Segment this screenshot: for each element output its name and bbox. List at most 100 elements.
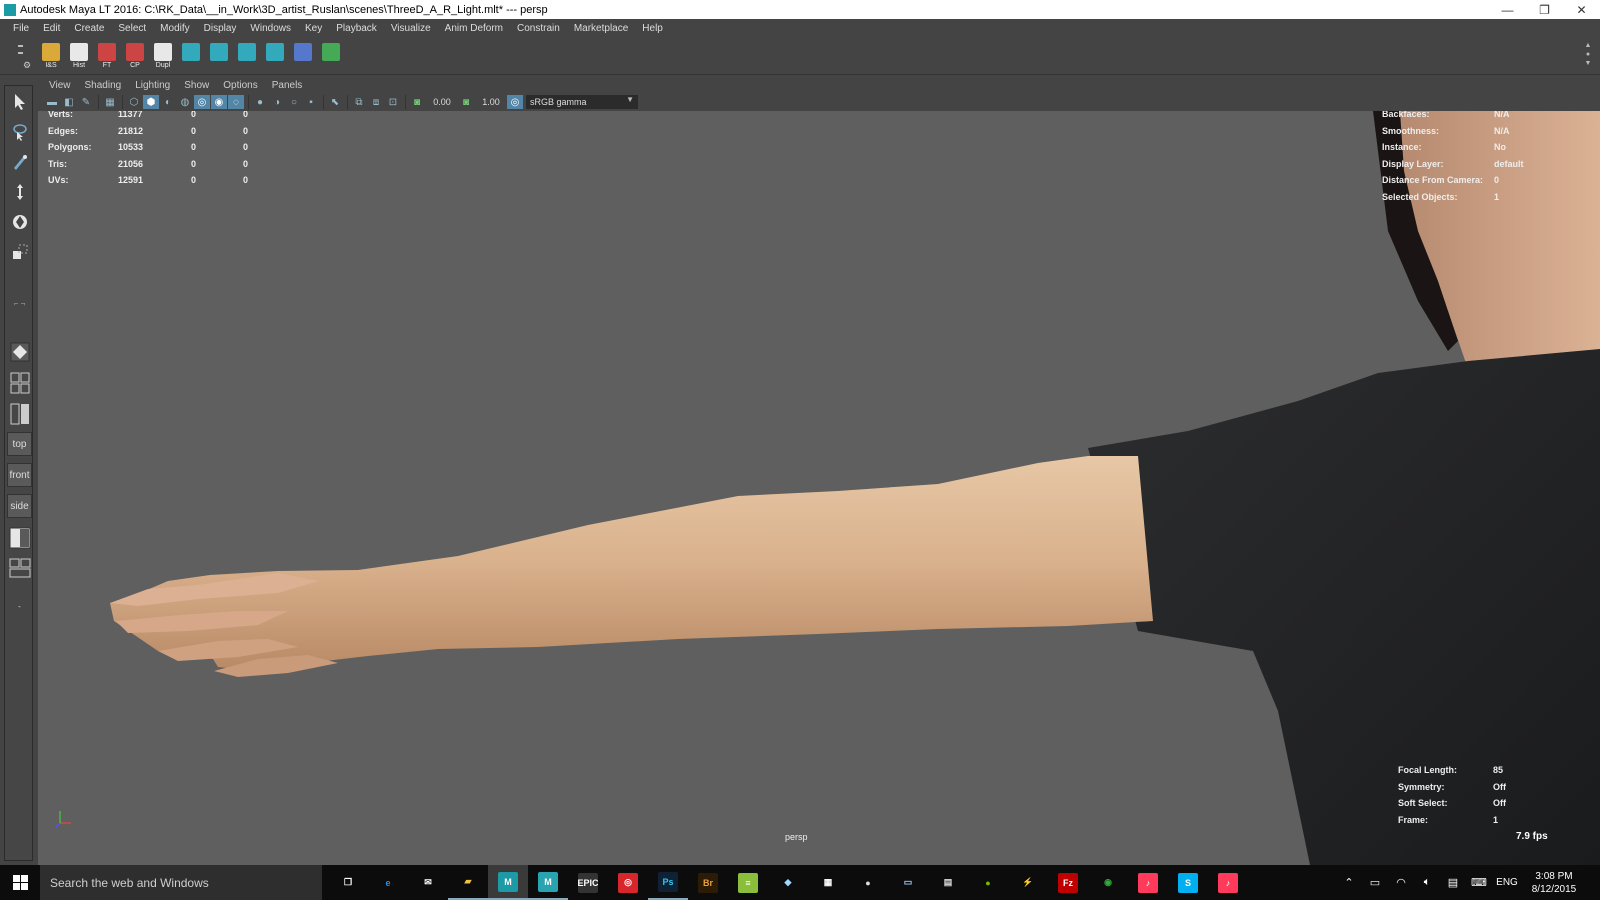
xray-icon[interactable]: ● (252, 95, 268, 109)
menu-key[interactable]: Key (298, 23, 329, 34)
view-side-button[interactable]: side (7, 494, 32, 518)
gamma-icon[interactable]: ◙ (458, 95, 474, 109)
shelf-button-duplicate[interactable]: Dupl (150, 40, 176, 72)
volume-icon[interactable]: 🔈︎ (1414, 876, 1440, 889)
taskbar-app-remote-desktop[interactable]: ▭ (888, 865, 928, 900)
panel-menu-options[interactable]: Options (216, 80, 264, 91)
tray-chevron-up-icon[interactable]: ⌃ (1336, 876, 1362, 889)
taskbar-app-notepad[interactable]: ≡ (728, 865, 768, 900)
shelf-button-symmetry[interactable] (206, 40, 232, 72)
taskbar-app-paint-3d[interactable]: ◆ (768, 865, 808, 900)
select-camera-icon[interactable]: ▬ (44, 95, 60, 109)
menu-display[interactable]: Display (197, 23, 244, 34)
taskbar-app-skype[interactable]: S (1168, 865, 1208, 900)
xray-joints-icon[interactable]: ◑ (269, 95, 285, 109)
panel-menu-lighting[interactable]: Lighting (128, 80, 177, 91)
shelf-button-history[interactable]: Hist (66, 40, 92, 72)
taskbar-app-edge[interactable]: e (368, 865, 408, 900)
film-gate-icon[interactable]: ⧉ (351, 95, 367, 109)
close-button[interactable]: ✕ (1563, 0, 1600, 19)
menu-windows[interactable]: Windows (243, 23, 298, 34)
taskbar-app-nvidia[interactable]: ● (968, 865, 1008, 900)
view-front-button[interactable]: front (7, 463, 32, 487)
shelf-button-move-object[interactable] (234, 40, 260, 72)
taskbar-app-file-explorer[interactable]: ▰ (448, 865, 488, 900)
color-management-icon[interactable]: ◎ (507, 95, 523, 109)
taskbar-app-creative-cloud[interactable]: ◎ (608, 865, 648, 900)
minimize-button[interactable]: — (1489, 0, 1526, 19)
input-language[interactable]: ENG (1492, 877, 1522, 888)
backface-culling-icon[interactable]: ▪ (303, 95, 319, 109)
shadows-icon[interactable]: ◉ (211, 95, 227, 109)
shelf-button-folder[interactable]: I&S (38, 40, 64, 72)
taskbar-app-epic-launcher[interactable]: EPIC (568, 865, 608, 900)
use-all-lights-icon[interactable]: ◎ (194, 95, 210, 109)
taskbar-app-itunes[interactable]: ♪ (1128, 865, 1168, 900)
maximize-button[interactable]: ❐ (1526, 0, 1563, 19)
shelf-button-snap-tool[interactable] (290, 40, 316, 72)
safe-action-icon[interactable]: ⊡ (385, 95, 401, 109)
panel-menu-view[interactable]: View (42, 80, 78, 91)
taskbar-app-maya[interactable]: M (528, 865, 568, 900)
clock[interactable]: 3:08 PM 8/12/2015 (1522, 870, 1586, 896)
smooth-shade-icon[interactable]: ⬢ (143, 95, 159, 109)
shelf-button-rotate-object[interactable] (178, 40, 204, 72)
taskbar-app-itunes-2[interactable]: ♪ (1208, 865, 1248, 900)
menu-visualize[interactable]: Visualize (384, 23, 438, 34)
taskbar-app-substance[interactable]: ⚡ (1008, 865, 1048, 900)
taskbar-app-filezilla[interactable]: Fz (1048, 865, 1088, 900)
taskbar-app-xbox[interactable]: ◉ (1088, 865, 1128, 900)
shelf-button-scale-object[interactable] (262, 40, 288, 72)
taskbar-app-maya-lt[interactable]: M (488, 865, 528, 900)
layout-four-pane-icon[interactable] (8, 371, 31, 395)
shelf-button-freeze-transform[interactable]: FT (94, 40, 120, 72)
keyboard-icon[interactable]: ⌨ (1466, 876, 1492, 889)
menu-modify[interactable]: Modify (153, 23, 196, 34)
taskbar-app-photoshop[interactable]: Ps (648, 865, 688, 900)
taskbar-app-calculator[interactable]: ▦ (808, 865, 848, 900)
scale-tool-icon[interactable] (8, 240, 31, 264)
panel-menu-shading[interactable]: Shading (78, 80, 129, 91)
isolate-select-icon[interactable]: ⬉ (327, 95, 343, 109)
menu-select[interactable]: Select (111, 23, 153, 34)
menu-playback[interactable]: Playback (329, 23, 384, 34)
last-tool-slot[interactable]: ⌐ ¬ (8, 291, 31, 315)
color-space-dropdown[interactable]: sRGB gamma ▼ (526, 95, 638, 109)
shelf-button-center-pivot[interactable]: CP (122, 40, 148, 72)
shelf-gear-icon[interactable]: ⚙ (23, 60, 31, 71)
exposure-icon[interactable]: ◙ (409, 95, 425, 109)
bookmarks-icon[interactable]: ✎ (78, 95, 94, 109)
start-button[interactable] (0, 865, 40, 900)
show-manipulator-icon[interactable] (8, 340, 31, 364)
shelf-scroll-arrows[interactable]: ▲ ● ▼ (1584, 41, 1592, 71)
shelf-button-globe[interactable] (318, 40, 344, 72)
taskbar-app-mail[interactable]: ✉ (408, 865, 448, 900)
wireframe-on-shaded-icon[interactable]: ◐ (160, 95, 176, 109)
paint-select-tool-icon[interactable] (8, 150, 31, 174)
view-top-button[interactable]: top (7, 432, 32, 456)
textured-icon[interactable]: ◍ (177, 95, 193, 109)
taskbar-app-zbrush[interactable]: ● (848, 865, 888, 900)
menu-file[interactable]: File (6, 23, 36, 34)
taskbar-app-task-view[interactable]: ❐ (328, 865, 368, 900)
panel-menu-show[interactable]: Show (177, 80, 216, 91)
lasso-tool-icon[interactable] (8, 120, 31, 144)
select-tool-icon[interactable] (8, 90, 31, 114)
menu-create[interactable]: Create (67, 23, 111, 34)
menu-marketplace[interactable]: Marketplace (567, 23, 635, 34)
wifi-icon[interactable]: ◠ (1388, 876, 1414, 889)
menu-constrain[interactable]: Constrain (510, 23, 567, 34)
taskbar-search[interactable]: Search the web and Windows (40, 865, 322, 900)
resolution-gate-icon[interactable]: ⧈ (368, 95, 384, 109)
layout-persp-graph-icon[interactable] (8, 556, 31, 580)
menu-edit[interactable]: Edit (36, 23, 67, 34)
taskbar-app-bridge[interactable]: Br (688, 865, 728, 900)
wireframe-icon[interactable]: ⬡ (126, 95, 142, 109)
toolbox-more-dot[interactable]: - (8, 594, 31, 618)
viewport-persp[interactable]: Verts: 11377 0 0 Edges: 21812 0 0 Polygons: 10533… (38, 111, 1600, 865)
layout-persp-outliner-icon[interactable] (8, 526, 31, 550)
camera-attributes-icon[interactable]: ◧ (61, 95, 77, 109)
screen-space-ao-icon[interactable]: ◌ (228, 95, 244, 109)
taskbar-app-network-tool[interactable]: ▤ (928, 865, 968, 900)
gamma-field[interactable]: 1.00 (475, 95, 507, 109)
